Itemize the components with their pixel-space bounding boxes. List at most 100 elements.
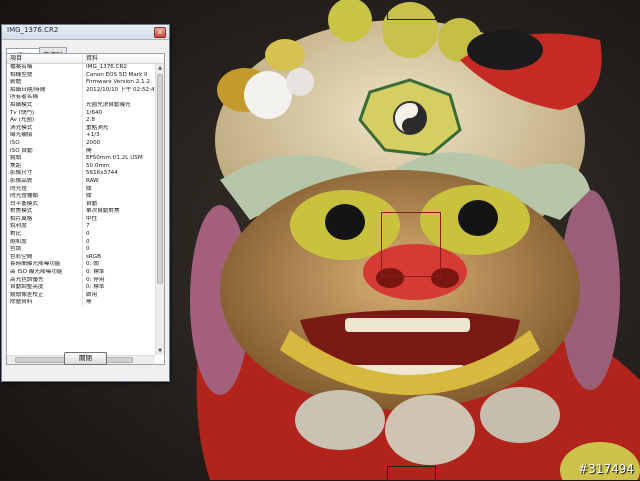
row-item-label: 對焦模式 bbox=[7, 208, 83, 216]
table-row[interactable]: 檔案名稱 IMG_1376.CR2 bbox=[7, 64, 155, 72]
row-item-label: 對比 bbox=[7, 231, 83, 239]
row-item-value: 中性 bbox=[86, 215, 98, 222]
table-row[interactable]: 韌體 Firmware Version 2.1.2 bbox=[7, 79, 155, 87]
table-row[interactable]: 對比 0 bbox=[7, 231, 155, 239]
af-frame-left bbox=[117, 382, 159, 407]
row-item-label: 焦距 bbox=[7, 162, 83, 171]
row-item-label: 鏡頭 bbox=[7, 155, 83, 163]
row-item-value: 光圈先決自動曝光 bbox=[86, 101, 131, 108]
row-item-value: IMG_1376.CR2 bbox=[86, 64, 127, 70]
row-item-value: 2000 bbox=[86, 139, 101, 146]
table-row[interactable]: 高光色調優先 0: 停用 bbox=[7, 276, 155, 285]
info-list-panel: 項目 資料 檔案名稱 IMG_1376.CR2 相機型號 Canon EOS 5D M… bbox=[6, 53, 165, 365]
row-item-label: ISO 自動 bbox=[7, 147, 83, 156]
vertical-scroll-thumb[interactable] bbox=[157, 74, 163, 284]
row-item-label: 色彩空間 bbox=[7, 253, 83, 262]
row-item-value: 2.8 bbox=[86, 117, 95, 124]
table-row[interactable]: 對焦模式 單次自動對焦 bbox=[7, 208, 155, 216]
row-item-label: 相片風格 bbox=[7, 215, 83, 224]
table-row[interactable]: 閃光燈種類關 bbox=[7, 193, 155, 201]
table-row[interactable]: 影像品質 RAW bbox=[7, 177, 155, 186]
scroll-down-icon[interactable]: ▼ bbox=[156, 347, 164, 355]
table-row[interactable]: 長時間曝光降噪功能 0: 關 bbox=[7, 261, 155, 270]
row-item-label: 飽和度 bbox=[7, 238, 83, 247]
row-item-value: 關 bbox=[86, 193, 92, 200]
row-item-value: 0 bbox=[86, 238, 90, 245]
tab-strip: 拍攝資訊完資料 bbox=[6, 41, 67, 61]
row-item-value: 5616x3744 bbox=[86, 170, 118, 177]
table-row[interactable]: 焦距 50.0mm bbox=[7, 162, 155, 171]
row-item-label: Tv (快門) bbox=[7, 109, 83, 118]
row-item-value: sRGB bbox=[86, 253, 101, 260]
column-header-item[interactable]: 項目 bbox=[7, 54, 83, 63]
table-row[interactable]: 拍攝模式 光圈先決自動曝光 bbox=[7, 101, 155, 110]
row-item-value: Canon EOS 5D Mark II bbox=[86, 71, 148, 78]
table-row[interactable]: 色調 0 bbox=[7, 246, 155, 254]
row-item-label: 色調 bbox=[7, 246, 83, 254]
table-row[interactable]: ISO 自動開 bbox=[7, 147, 155, 156]
row-item-value: RAW bbox=[86, 177, 99, 184]
column-header-data[interactable]: 資料 bbox=[83, 54, 154, 63]
row-item-label: 檔案名稱 bbox=[7, 64, 83, 72]
row-item-value: 啟用 bbox=[86, 291, 98, 298]
af-frame-bottom bbox=[387, 466, 436, 481]
table-row[interactable]: 鏡頭像差校正 啟用 bbox=[7, 291, 155, 300]
table-row[interactable]: 測光模式 重點測光 bbox=[7, 124, 155, 133]
row-item-value: 7 bbox=[86, 223, 90, 230]
table-row[interactable]: 相片風格 中性 bbox=[7, 215, 155, 224]
row-item-label: 長時間曝光降噪功能 bbox=[7, 261, 83, 270]
row-item-value: 重點測光 bbox=[86, 124, 109, 131]
table-row[interactable]: 鏡頭 EF50mm f/1.2L USM bbox=[7, 155, 155, 163]
table-row[interactable]: Av (光圈) 2.8 bbox=[7, 117, 155, 125]
row-item-value: 0: 標準 bbox=[86, 284, 105, 291]
row-item-value: 50.0mm bbox=[86, 162, 110, 169]
title-bar[interactable]: IMG_1376.CR2 x bbox=[2, 25, 169, 40]
window-title: IMG_1376.CR2 bbox=[7, 26, 59, 34]
row-item-label: 鏡頭像差校正 bbox=[7, 291, 83, 300]
table-row[interactable]: 飽和度 0 bbox=[7, 238, 155, 247]
table-row[interactable]: ISO 2000 bbox=[7, 139, 155, 148]
row-item-label: 高 ISO 曝光降噪功能 bbox=[7, 269, 83, 277]
row-item-label: 相機型號 bbox=[7, 71, 83, 80]
row-item-value: +1/3 bbox=[86, 132, 100, 139]
table-row[interactable]: 曝光補償 +1/3 bbox=[7, 132, 155, 140]
table-row[interactable]: 拍攝日期/時間 2012/10/10 下午 02:52:43 bbox=[7, 86, 155, 95]
table-row[interactable]: 相機型號 Canon EOS 5D Mark II bbox=[7, 71, 155, 80]
row-item-label: 影像品質 bbox=[7, 177, 83, 186]
row-item-value: 0 bbox=[86, 231, 90, 238]
row-item-label: 所有者名稱 bbox=[7, 94, 83, 102]
list-header: 項目 資料 bbox=[7, 54, 164, 64]
row-item-value: 自動 bbox=[86, 200, 98, 207]
table-row[interactable]: 所有者名稱 bbox=[7, 94, 155, 102]
close-dialog-button[interactable]: 關閉 bbox=[64, 352, 107, 365]
row-item-value: 單次自動對焦 bbox=[86, 208, 120, 215]
row-item-value: 0: 關 bbox=[86, 261, 99, 268]
table-row[interactable]: 高 ISO 曝光降噪功能 0: 標準 bbox=[7, 269, 155, 277]
row-item-label: 自動調整亮度 bbox=[7, 284, 83, 292]
row-item-value: EF50mm f/1.2L USM bbox=[86, 155, 143, 162]
table-row[interactable]: 色彩空間 sRGB bbox=[7, 253, 155, 262]
row-item-label: 高光色調優先 bbox=[7, 276, 83, 285]
table-row[interactable]: 除塵資料無 bbox=[7, 299, 155, 307]
table-row[interactable]: 銳利度 7 bbox=[7, 223, 155, 232]
info-rows: 檔案名稱 IMG_1376.CR2 相機型號 Canon EOS 5D Mark II… bbox=[7, 64, 155, 355]
row-item-label: 拍攝模式 bbox=[7, 101, 83, 110]
row-item-label: 閃光燈 bbox=[7, 185, 83, 194]
row-item-label: 除塵資料 bbox=[7, 299, 83, 307]
row-item-label: 拍攝日期/時間 bbox=[7, 86, 83, 95]
table-row[interactable]: 自動調整亮度 0: 標準 bbox=[7, 284, 155, 292]
table-row[interactable]: 影像尺寸 5616x3744 bbox=[7, 170, 155, 178]
vertical-scrollbar[interactable]: ▲ ▼ bbox=[155, 64, 164, 355]
table-row[interactable]: Tv (快門) 1/640 bbox=[7, 109, 155, 118]
info-dialog: IMG_1376.CR2 x 拍攝資訊完資料 項目 資料 檔案名稱IMG_137… bbox=[1, 24, 170, 382]
scroll-up-icon[interactable]: ▲ bbox=[156, 64, 164, 72]
af-frame-center bbox=[381, 212, 441, 277]
table-row[interactable]: 閃光燈關 bbox=[7, 185, 155, 194]
row-item-label: Av (光圈) bbox=[7, 117, 83, 125]
table-row[interactable]: 白平衡模式 自動 bbox=[7, 200, 155, 209]
row-item-value: 關 bbox=[86, 185, 92, 192]
watermark-text: #317494 bbox=[578, 462, 634, 476]
close-button[interactable]: x bbox=[154, 27, 166, 38]
row-item-value bbox=[83, 94, 154, 102]
row-item-label: 曝光補償 bbox=[7, 132, 83, 140]
